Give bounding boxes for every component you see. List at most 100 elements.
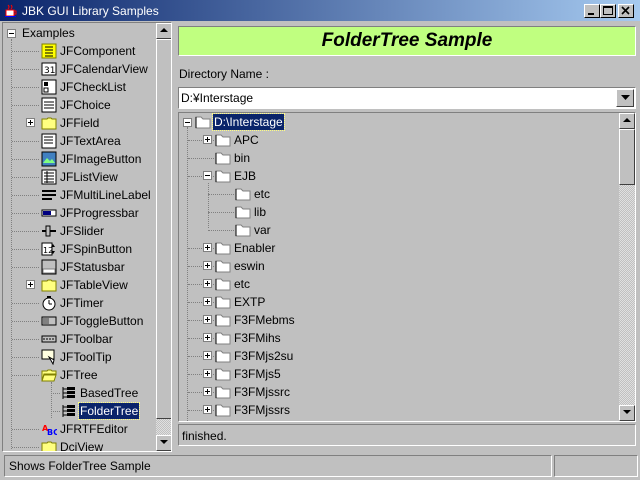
tree-guide-line [51,393,60,394]
window-title: JBK GUI Library Samples [22,4,159,18]
scroll-down-button[interactable] [156,435,171,451]
sample-status-panel: finished. [178,424,636,446]
close-icon [621,6,630,15]
tree-guide-line [208,212,234,213]
tree-guide-line [11,39,12,449]
folder-item-label: EXTP [234,295,266,309]
tree-item-label: JFChoice [60,98,111,112]
directory-combobox[interactable]: D:¥Interstage [178,87,636,109]
minimize-icon [588,13,594,15]
tree-item-label: JFToggleButton [60,314,144,328]
listview-icon [41,169,57,185]
slider-icon [41,223,57,239]
folder-expand-toggle[interactable] [203,171,212,180]
folder-icon [215,348,231,364]
folder-expand-toggle[interactable] [203,351,212,360]
textarea-icon [41,133,57,149]
examples-tree-panel: Examples JFComponent 31 JFCalendarView J… [2,22,172,452]
folder-item-label: etc [254,187,271,201]
folder-expand-toggle[interactable] [203,387,212,396]
folder-item-label: Enabler [234,241,276,255]
progressbar-icon [41,205,57,221]
tree-guide-line [208,230,234,231]
scroll-thumb[interactable] [156,39,171,419]
folder-item-label: F3FMihs [234,331,281,345]
folder-expand-toggle[interactable] [203,297,212,306]
arrow-down-icon [160,440,168,444]
folder-item-label: bin [234,151,251,165]
minimize-button[interactable] [584,4,600,18]
tree-guide-line [12,51,39,52]
folder-expand-toggle[interactable] [203,405,212,414]
maximize-button[interactable] [600,4,616,18]
folder-expand-toggle[interactable] [203,369,212,378]
examples-collapse-toggle[interactable] [7,29,16,38]
calendar-icon: 31 [41,61,57,77]
tree-guide-line [12,87,39,88]
tree-expand-toggle-jftableview[interactable] [26,280,35,289]
tree-guide-line [12,303,39,304]
scroll-up-button[interactable] [619,113,635,129]
tree-icon [61,385,77,401]
tree-item-label: BasedTree [80,386,139,400]
tree-item-label: JFCalendarView [60,62,148,76]
folder-icon [215,366,231,382]
folder-expand-toggle[interactable] [203,315,212,324]
folder-expand-toggle[interactable] [203,261,212,270]
folder-icon [215,132,231,148]
folder-expand-toggle[interactable] [203,333,212,342]
directory-dropdown-button[interactable] [616,89,634,107]
tree-item-label: JFTimer [60,296,104,310]
tree-guide-line [51,382,52,418]
component-icon [41,43,57,59]
close-button[interactable] [618,4,634,18]
directory-value: D:¥Interstage [181,91,254,105]
statusbar-text: Shows FolderTree Sample [9,459,151,473]
tree-item-label: JFListView [60,170,118,184]
tree-guide-line [12,231,39,232]
toolbar-icon [41,331,57,347]
tree-item-label: JFMultiLineLabel [60,188,151,202]
folder-tree: D:\Interstage APC bin EJB etc lib var En… [179,113,619,421]
tree-item-label: JFField [60,116,100,130]
folder-item-label: lib [254,205,267,219]
multiline-label-icon [41,187,57,203]
folder-item-label: F3FMjs5 [234,367,281,381]
svg-text:31: 31 [44,66,55,76]
folder-icon [215,276,231,292]
scroll-up-button[interactable] [156,23,171,39]
folder-icon [215,312,231,328]
folder-icon [215,150,231,166]
tree-guide-line [51,411,60,412]
examples-tree-scrollbar[interactable] [156,23,171,451]
checklist-icon [41,79,57,95]
tree-item-label: JFTree [60,368,98,382]
scroll-thumb[interactable] [619,129,635,185]
folder-item-label: F3FMjssrs [234,403,290,417]
tree-guide-line [12,429,39,430]
folder-root-label: D:\Interstage [212,113,285,131]
arrow-down-icon [623,410,631,414]
folder-expand-toggle[interactable] [203,279,212,288]
examples-tree: Examples JFComponent 31 JFCalendarView J… [3,23,157,451]
folder-tree-scrollbar[interactable] [619,113,635,421]
scroll-down-button[interactable] [619,405,635,421]
root-collapse-toggle[interactable] [183,118,192,127]
tree-root-label: Examples [22,26,75,40]
statusbar-icon [41,259,57,275]
tree-item-label: JFToolTip [60,350,112,364]
folder-icon [195,114,211,130]
tree-guide-line [12,159,39,160]
folder-expand-toggle[interactable] [203,135,212,144]
svg-text:12: 12 [43,246,53,255]
folder-expand-toggle[interactable] [203,243,212,252]
title-bar[interactable]: JBK GUI Library Samples [0,0,640,22]
spin-button-icon: 12 [41,241,57,257]
tree-expand-toggle-jffield[interactable] [26,118,35,127]
tree-guide-line [12,141,39,142]
window-statusbar: Shows FolderTree Sample [2,455,638,477]
folder-item-label: APC [234,133,259,147]
tree-item-label: JFStatusbar [60,260,125,274]
folder-icon [41,115,57,131]
tree-item-label: JFProgressbar [60,206,139,220]
